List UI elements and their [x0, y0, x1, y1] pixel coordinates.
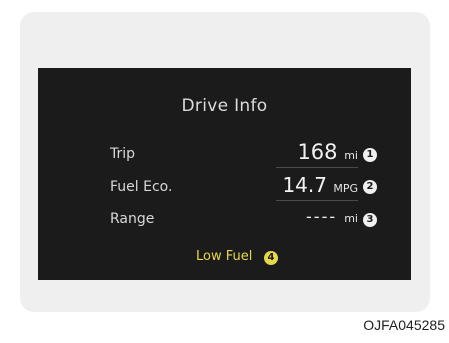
low-fuel-text: Low Fuel [196, 249, 253, 264]
row-divider [276, 167, 358, 168]
low-fuel-marker-badge: 4 [264, 251, 278, 265]
range-unit: mi [344, 212, 358, 225]
trip-unit: mi [344, 149, 358, 162]
low-fuel-warning: Low Fuel [196, 249, 252, 264]
range-label: Range [110, 211, 155, 227]
fuel-economy-label: Fuel Eco. [110, 179, 173, 195]
trip-label: Trip [110, 146, 136, 162]
trip-value: 168 [297, 140, 338, 164]
fuel-economy-value-group: 14.7 MPG [244, 173, 358, 197]
cluster-display: Drive Info Trip 168 mi 1 Fuel Eco. 14.7 … [38, 68, 411, 280]
range-value-group: ---- mi [276, 207, 358, 226]
fuel-economy-value: 14.7 [282, 173, 327, 197]
trip-marker-badge: 1 [363, 148, 377, 162]
row-divider [276, 200, 358, 201]
trip-value-group: 168 mi [276, 140, 358, 164]
figure-code: OJFA045285 [363, 317, 445, 333]
fuel-economy-marker-badge: 2 [363, 180, 377, 194]
range-marker-badge: 3 [363, 213, 377, 227]
display-title: Drive Info [181, 96, 268, 116]
range-value: ---- [306, 207, 338, 226]
fuel-economy-unit: MPG [333, 182, 358, 195]
